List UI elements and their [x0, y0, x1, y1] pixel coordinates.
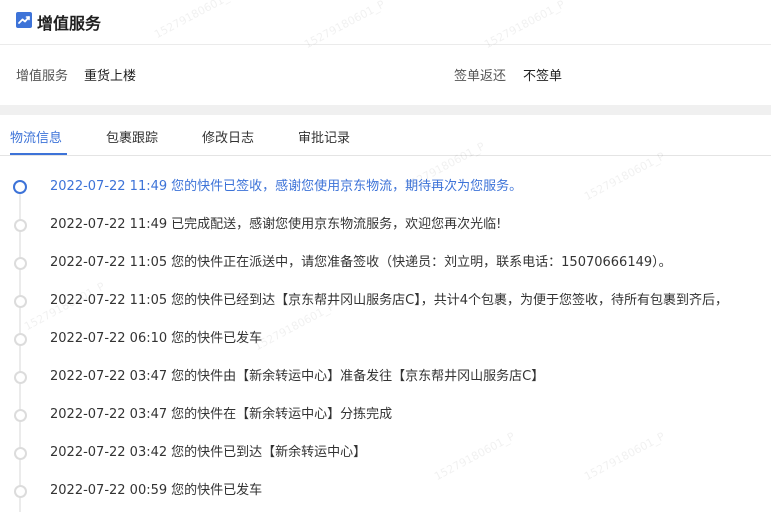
active-tab-indicator	[10, 153, 67, 155]
timeline-time: 2022-07-22 11:05	[50, 255, 168, 270]
tab-logistics-info[interactable]: 物流信息	[10, 127, 62, 146]
timeline-item: 2022-07-22 11:05 您的快件已经到达【京东帮井冈山服务店C】，共计4…	[0, 289, 771, 327]
timeline-message: 已完成配送，感谢您使用京东物流服务，欢迎您再次光临!	[171, 217, 502, 232]
timeline-time: 2022-07-22 03:42	[50, 445, 168, 460]
timeline-item: 2022-07-22 03:47 您的快件在【新余转运中心】分拣完成	[0, 403, 771, 441]
timeline-message: 您的快件已到达【新余转运中心】	[171, 445, 367, 460]
timeline-dot	[14, 219, 27, 232]
timeline-entry: 2022-07-22 11:05 您的快件已经到达【京东帮井冈山服务店C】，共计4…	[50, 289, 728, 308]
timeline-message: 您的快件已经到达【京东帮井冈山服务店C】，共计4个包裹，为便于您签收，待所有包裹…	[171, 293, 729, 308]
timeline-entry: 2022-07-22 03:47 您的快件由【新余转运中心】准备发往【京东帮井冈山…	[50, 365, 544, 384]
timeline-item: 2022-07-22 00:59 您的快件已发车	[0, 479, 771, 517]
timeline-item: 2022-07-22 11:05 您的快件正在派送中，请您准备签收（快递员：刘立明…	[0, 251, 771, 289]
logistics-timeline: 2022-07-22 11:49 您的快件已签收，感谢您使用京东物流，期待再次为您…	[0, 156, 771, 512]
timeline-item: 2022-07-22 11:49 您的快件已签收，感谢您使用京东物流，期待再次为您…	[0, 175, 771, 213]
timeline-item: 2022-07-22 03:42 您的快件已到达【新余转运中心】	[0, 441, 771, 479]
timeline-item: 2022-07-22 11:49 已完成配送，感谢您使用京东物流服务，欢迎您再次光…	[0, 213, 771, 251]
service-value: 重货上楼	[84, 69, 137, 84]
timeline-entry: 2022-07-22 00:59 您的快件已发车	[50, 479, 262, 498]
timeline-dot-current	[13, 180, 27, 194]
timeline-dot	[14, 295, 27, 308]
trend-chart-icon	[16, 12, 32, 28]
timeline-message: 您的快件由【新余转运中心】准备发往【京东帮井冈山服务店C】	[171, 369, 545, 384]
timeline-message: 您的快件正在派送中，请您准备签收（快递员：刘立明，联系电话：1507066614…	[171, 255, 672, 270]
timeline-item: 2022-07-22 03:47 您的快件由【新余转运中心】准备发往【京东帮井冈山…	[0, 365, 771, 403]
section-title: 增值服务	[37, 14, 102, 33]
timeline-time: 2022-07-22 11:49	[50, 217, 168, 232]
section-divider	[0, 105, 771, 115]
timeline-entry: 2022-07-22 11:49 您的快件已签收，感谢您使用京东物流，期待再次为您…	[50, 175, 522, 194]
timeline-dot	[14, 257, 27, 270]
timeline-entry: 2022-07-22 06:10 您的快件已发车	[50, 327, 262, 346]
timeline-entry: 2022-07-22 11:05 您的快件正在派送中，请您准备签收（快递员：刘立明…	[50, 251, 672, 270]
return-label: 签单返还	[454, 69, 507, 84]
timeline-message: 您的快件在【新余转运中心】分拣完成	[171, 407, 393, 422]
timeline-time: 2022-07-22 03:47	[50, 369, 168, 384]
timeline-message: 您的快件已签收，感谢您使用京东物流，期待再次为您服务。	[171, 179, 523, 194]
timeline-time: 2022-07-22 11:49	[50, 179, 168, 194]
timeline-item: 2022-07-22 06:10 您的快件已发车	[0, 327, 771, 365]
timeline-dot	[14, 485, 27, 498]
timeline-entry: 2022-07-22 11:49 已完成配送，感谢您使用京东物流服务，欢迎您再次光…	[50, 213, 501, 232]
timeline-message: 您的快件已发车	[171, 483, 263, 498]
timeline-entry: 2022-07-22 03:42 您的快件已到达【新余转运中心】	[50, 441, 366, 460]
timeline-dot	[14, 371, 27, 384]
timeline-message: 您的快件已发车	[171, 331, 263, 346]
section-header: 增值服务	[0, 0, 771, 45]
timeline-dot	[14, 333, 27, 346]
tab-approval-records[interactable]: 审批记录	[298, 127, 350, 146]
tab-package-tracking[interactable]: 包裹跟踪	[106, 127, 158, 146]
tab-change-log[interactable]: 修改日志	[202, 127, 254, 146]
timeline-entry: 2022-07-22 03:47 您的快件在【新余转运中心】分拣完成	[50, 403, 392, 422]
service-label: 增值服务	[16, 69, 69, 84]
timeline-time: 2022-07-22 11:05	[50, 293, 168, 308]
return-value: 不签单	[523, 69, 563, 84]
timeline-time: 2022-07-22 00:59	[50, 483, 168, 498]
service-info-row: 增值服务 重货上楼 签单返还 不签单	[0, 45, 771, 105]
timeline-time: 2022-07-22 03:47	[50, 407, 168, 422]
tab-bar: 物流信息 包裹跟踪 修改日志 审批记录	[0, 115, 771, 156]
timeline-dot	[14, 447, 27, 460]
timeline-time: 2022-07-22 06:10	[50, 331, 168, 346]
timeline-dot	[14, 409, 27, 422]
